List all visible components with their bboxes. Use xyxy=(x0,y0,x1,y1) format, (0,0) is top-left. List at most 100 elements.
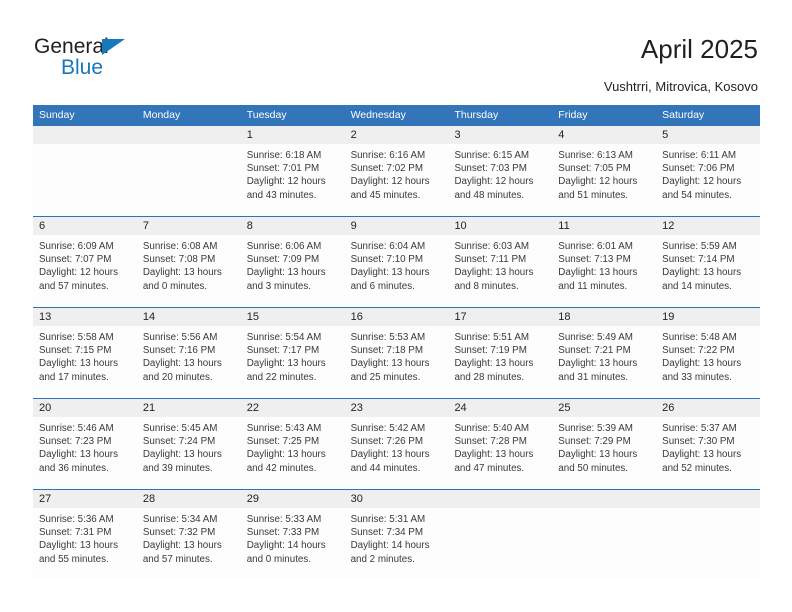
day-number[interactable] xyxy=(656,490,760,508)
day-cell[interactable]: Sunrise: 5:43 AM Sunset: 7:25 PM Dayligh… xyxy=(241,417,345,489)
day-number[interactable]: 2 xyxy=(345,126,449,144)
daylight-text-cont: and 8 minutes. xyxy=(454,280,519,292)
day-cell[interactable]: Sunrise: 5:31 AM Sunset: 7:34 PM Dayligh… xyxy=(345,508,449,580)
day-number[interactable]: 4 xyxy=(552,126,656,144)
day-cell[interactable] xyxy=(656,508,760,580)
day-cell[interactable]: Sunrise: 5:53 AM Sunset: 7:18 PM Dayligh… xyxy=(345,326,449,398)
day-number[interactable]: 23 xyxy=(345,399,449,417)
day-cell[interactable]: Sunrise: 5:45 AM Sunset: 7:24 PM Dayligh… xyxy=(137,417,241,489)
day-cell[interactable]: Sunrise: 6:06 AM Sunset: 7:09 PM Dayligh… xyxy=(241,235,345,307)
day-number[interactable]: 26 xyxy=(656,399,760,417)
daylight-text-cont: and 28 minutes. xyxy=(454,371,525,383)
day-number[interactable]: 18 xyxy=(552,308,656,326)
day-number[interactable]: 10 xyxy=(448,217,552,235)
day-number[interactable]: 25 xyxy=(552,399,656,417)
day-number[interactable]: 5 xyxy=(656,126,760,144)
day-number[interactable]: 17 xyxy=(448,308,552,326)
day-number[interactable]: 28 xyxy=(137,490,241,508)
daylight-text: Daylight: 13 hours xyxy=(662,449,742,461)
day-cell[interactable]: Sunrise: 6:15 AM Sunset: 7:03 PM Dayligh… xyxy=(448,144,552,216)
day-number[interactable]: 8 xyxy=(241,217,345,235)
day-number[interactable]: 15 xyxy=(241,308,345,326)
sunrise-text: Sunrise: 5:33 AM xyxy=(246,514,322,525)
daylight-text: Daylight: 13 hours xyxy=(454,358,534,370)
day-number[interactable]: 14 xyxy=(137,308,241,326)
day-cell[interactable] xyxy=(552,508,656,580)
day-number[interactable] xyxy=(33,126,137,144)
day-number[interactable]: 3 xyxy=(448,126,552,144)
day-cell[interactable]: Sunrise: 5:56 AM Sunset: 7:16 PM Dayligh… xyxy=(137,326,241,398)
day-cell[interactable]: Sunrise: 6:08 AM Sunset: 7:08 PM Dayligh… xyxy=(137,235,241,307)
day-cell[interactable]: Sunrise: 5:58 AM Sunset: 7:15 PM Dayligh… xyxy=(33,326,137,398)
day-number[interactable]: 1 xyxy=(241,126,345,144)
day-number[interactable]: 13 xyxy=(33,308,137,326)
day-cell[interactable]: Sunrise: 6:04 AM Sunset: 7:10 PM Dayligh… xyxy=(345,235,449,307)
day-number[interactable]: 19 xyxy=(656,308,760,326)
day-number[interactable]: 30 xyxy=(345,490,449,508)
weekday-header-monday: Monday xyxy=(142,109,181,121)
sunset-text: Sunset: 7:19 PM xyxy=(454,345,527,357)
sunrise-text: Sunrise: 5:42 AM xyxy=(350,423,426,434)
daylight-text-cont: and 44 minutes. xyxy=(350,462,421,474)
day-number[interactable] xyxy=(552,490,656,508)
day-cell[interactable]: Sunrise: 6:03 AM Sunset: 7:11 PM Dayligh… xyxy=(448,235,552,307)
day-number[interactable]: 21 xyxy=(137,399,241,417)
day-number[interactable]: 9 xyxy=(345,217,449,235)
day-detail-band: Sunrise: 5:46 AM Sunset: 7:23 PM Dayligh… xyxy=(33,417,760,489)
calendar-week-row: 13 14 15 16 17 18 19 Sunrise: 5:58 AM Su… xyxy=(33,307,760,398)
day-number[interactable]: 24 xyxy=(448,399,552,417)
day-cell[interactable]: Sunrise: 5:36 AM Sunset: 7:31 PM Dayligh… xyxy=(33,508,137,580)
day-number[interactable]: 11 xyxy=(552,217,656,235)
calendar-page: General Blue April 2025 Vushtrri, Mitrov… xyxy=(0,0,792,612)
day-cell[interactable]: Sunrise: 6:13 AM Sunset: 7:05 PM Dayligh… xyxy=(552,144,656,216)
day-number[interactable] xyxy=(137,126,241,144)
sunrise-text: Sunrise: 5:31 AM xyxy=(350,514,426,525)
day-cell[interactable]: Sunrise: 5:51 AM Sunset: 7:19 PM Dayligh… xyxy=(448,326,552,398)
daylight-text: Daylight: 12 hours xyxy=(39,267,118,279)
sunrise-text: Sunrise: 5:46 AM xyxy=(39,423,114,434)
sunset-text: Sunset: 7:02 PM xyxy=(350,163,424,175)
daylight-text-cont: and 43 minutes. xyxy=(246,189,317,201)
day-cell[interactable]: Sunrise: 6:09 AM Sunset: 7:07 PM Dayligh… xyxy=(33,235,137,307)
day-number[interactable]: 12 xyxy=(656,217,760,235)
day-cell[interactable]: Sunrise: 6:01 AM Sunset: 7:13 PM Dayligh… xyxy=(552,235,656,307)
day-cell[interactable] xyxy=(137,144,241,216)
daylight-text-cont: and 6 minutes. xyxy=(350,280,415,292)
day-cell[interactable] xyxy=(33,144,137,216)
logo-text-general: General xyxy=(34,35,109,58)
calendar-week-row: 1 2 3 4 5 Sunrise: 6:18 AM Sunset: 7:01 … xyxy=(33,125,760,216)
day-number[interactable]: 22 xyxy=(241,399,345,417)
day-number[interactable] xyxy=(448,490,552,508)
day-cell[interactable]: Sunrise: 6:18 AM Sunset: 7:01 PM Dayligh… xyxy=(241,144,345,216)
sunrise-text: Sunrise: 5:40 AM xyxy=(454,423,530,434)
day-cell[interactable]: Sunrise: 5:49 AM Sunset: 7:21 PM Dayligh… xyxy=(552,326,656,398)
day-cell[interactable]: Sunrise: 5:54 AM Sunset: 7:17 PM Dayligh… xyxy=(241,326,345,398)
day-number[interactable]: 16 xyxy=(345,308,449,326)
day-cell[interactable]: Sunrise: 5:33 AM Sunset: 7:33 PM Dayligh… xyxy=(241,508,345,580)
daylight-text-cont: and 0 minutes. xyxy=(246,553,311,565)
day-number[interactable]: 20 xyxy=(33,399,137,417)
day-cell[interactable]: Sunrise: 5:39 AM Sunset: 7:29 PM Dayligh… xyxy=(552,417,656,489)
day-number[interactable]: 27 xyxy=(33,490,137,508)
day-cell[interactable]: Sunrise: 5:48 AM Sunset: 7:22 PM Dayligh… xyxy=(656,326,760,398)
day-cell[interactable]: Sunrise: 5:46 AM Sunset: 7:23 PM Dayligh… xyxy=(33,417,137,489)
day-cell[interactable]: Sunrise: 6:16 AM Sunset: 7:02 PM Dayligh… xyxy=(345,144,449,216)
day-cell[interactable]: Sunrise: 5:42 AM Sunset: 7:26 PM Dayligh… xyxy=(345,417,449,489)
day-number[interactable]: 6 xyxy=(33,217,137,235)
day-cell[interactable]: Sunrise: 5:59 AM Sunset: 7:14 PM Dayligh… xyxy=(656,235,760,307)
day-cell[interactable] xyxy=(448,508,552,580)
day-cell[interactable]: Sunrise: 5:34 AM Sunset: 7:32 PM Dayligh… xyxy=(137,508,241,580)
day-cell[interactable]: Sunrise: 6:11 AM Sunset: 7:06 PM Dayligh… xyxy=(656,144,760,216)
daylight-text-cont: and 2 minutes. xyxy=(350,553,415,565)
sunset-text: Sunset: 7:24 PM xyxy=(142,436,216,448)
day-number[interactable]: 7 xyxy=(137,217,241,235)
day-cell[interactable]: Sunrise: 5:37 AM Sunset: 7:30 PM Dayligh… xyxy=(656,417,760,489)
day-cell[interactable]: Sunrise: 5:40 AM Sunset: 7:28 PM Dayligh… xyxy=(448,417,552,489)
sunset-text: Sunset: 7:23 PM xyxy=(39,436,112,448)
day-number[interactable]: 29 xyxy=(241,490,345,508)
sunrise-text: Sunrise: 6:15 AM xyxy=(454,150,530,161)
daylight-text-cont: and 31 minutes. xyxy=(558,371,629,383)
location-subtitle: Vushtrri, Mitrovica, Kosovo xyxy=(603,79,758,94)
day-detail-band: Sunrise: 5:36 AM Sunset: 7:31 PM Dayligh… xyxy=(33,508,760,580)
generalblue-logo[interactable]: General Blue xyxy=(34,36,214,82)
